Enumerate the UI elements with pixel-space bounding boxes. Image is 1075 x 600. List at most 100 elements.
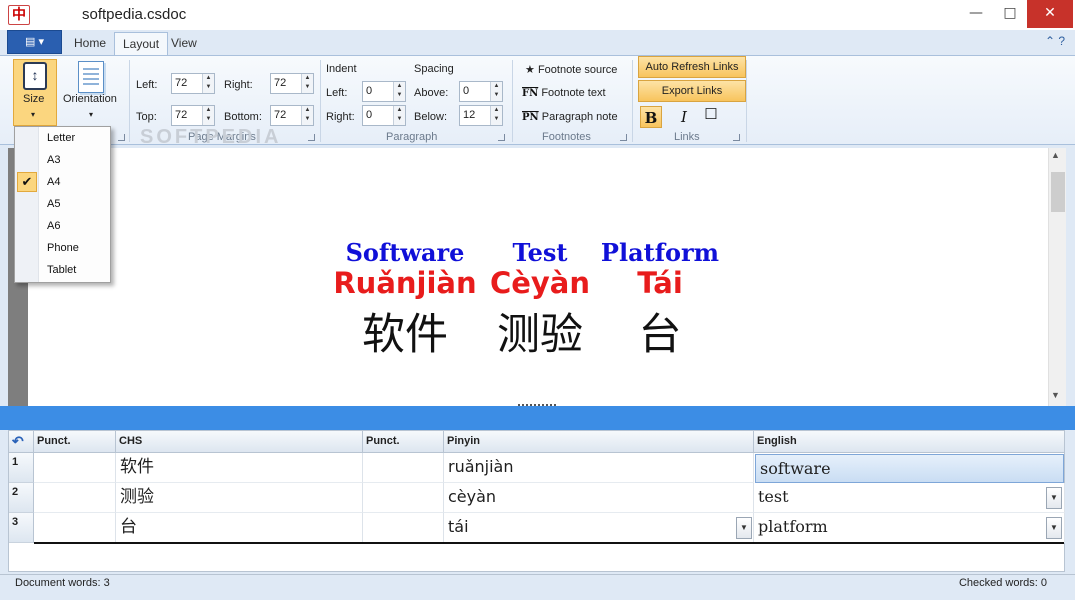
dialog-launcher-icon[interactable] (733, 134, 740, 141)
table-cell-punct[interactable] (34, 453, 116, 483)
indent-left-label: Left: (326, 87, 348, 99)
scrollbar-thumb[interactable] (1051, 172, 1065, 212)
scroll-up-icon[interactable]: ▲ (1051, 150, 1060, 160)
pn-icon: PN (522, 112, 539, 123)
menu-item-phone[interactable]: Phone (47, 242, 79, 254)
menu-item-a3[interactable]: A3 (47, 154, 60, 166)
table-cell-punct[interactable] (363, 453, 444, 483)
page-size-icon: ↕ (23, 62, 47, 90)
row-number[interactable]: 3 (9, 513, 34, 543)
size-label: Size (23, 93, 45, 105)
menu-item-tablet[interactable]: Tablet (47, 264, 76, 276)
footnote-source-button[interactable]: ★ Footnote source (525, 63, 617, 76)
column-header-punct[interactable]: Punct. (34, 431, 116, 453)
margin-right-label: Right: (224, 79, 253, 91)
table-cell-english[interactable]: platform (754, 513, 1065, 543)
export-links-button[interactable]: Export Links (638, 80, 746, 102)
file-menu-button[interactable]: ▤ ▾ (7, 30, 62, 54)
close-button[interactable]: ✕ (1027, 0, 1073, 28)
indent-label: Indent (326, 63, 357, 75)
menu-item-a5[interactable]: A5 (47, 198, 60, 210)
table-cell-punct[interactable] (363, 513, 444, 543)
word-chinese[interactable]: 台 (610, 300, 710, 362)
minimize-button[interactable]: — (959, 0, 993, 28)
help-icon[interactable]: ⌃ ? (1045, 34, 1065, 48)
border-box-button[interactable]: ☐ (700, 104, 722, 126)
fn-icon: FN (522, 88, 539, 99)
column-header-pinyin[interactable]: Pinyin (444, 431, 754, 453)
margin-right-input[interactable]: 72 ▲ ▼ (270, 73, 314, 94)
menu-item-letter[interactable]: Letter (47, 132, 75, 144)
spacing-below-input[interactable]: 12 ▲ ▼ (459, 105, 503, 126)
word-english[interactable]: Test (480, 238, 600, 267)
orientation-icon[interactable] (78, 61, 104, 93)
table-cell-punct[interactable] (34, 513, 116, 543)
group-separator (320, 60, 321, 142)
word-pinyin[interactable]: Cèyàn (470, 266, 610, 300)
table-cell-punct[interactable] (34, 483, 116, 513)
orientation-label[interactable]: Orientation (63, 93, 117, 105)
paragraph-note-button[interactable]: PN Paragraph note (522, 111, 618, 123)
bold-button[interactable]: B (640, 106, 662, 128)
table-cell-chs[interactable]: 软件 (116, 453, 363, 483)
splitter-grip-icon[interactable] (518, 404, 556, 410)
indent-right-input[interactable]: 0 ▲ ▼ (362, 105, 406, 126)
margin-top-input[interactable]: 72 ▲ ▼ (171, 105, 215, 126)
margin-left-input[interactable]: 72 ▲ ▼ (171, 73, 215, 94)
word-pinyin[interactable]: Tái (610, 266, 710, 300)
status-bar (0, 574, 1075, 600)
table-cell-pinyin[interactable]: tái (444, 513, 754, 543)
footnote-text-button[interactable]: FN Footnote text (522, 87, 606, 99)
row-number[interactable]: 1 (9, 453, 34, 483)
word-english[interactable]: Platform (595, 238, 725, 267)
watermark: SOFTPEDIA (140, 126, 282, 148)
dialog-launcher-icon[interactable] (620, 134, 627, 141)
table-cell-pinyin[interactable]: ruǎnjiàn (444, 453, 754, 483)
word-english[interactable]: Software (335, 238, 475, 267)
dialog-launcher-icon[interactable] (498, 134, 505, 141)
chevron-down-icon: ▾ (31, 110, 36, 119)
document-word-count: Document words: 3 (15, 577, 110, 589)
auto-refresh-links-button[interactable]: Auto Refresh Links (638, 56, 746, 78)
menu-item-a4[interactable]: A4 (47, 176, 60, 188)
margin-left-label: Left: (136, 79, 158, 91)
word-pinyin[interactable]: Ruǎnjiàn (320, 266, 490, 300)
tab-layout[interactable]: Layout (114, 32, 169, 56)
column-header-english[interactable]: English (754, 431, 1065, 453)
table-cell-chs[interactable]: 台 (116, 513, 363, 543)
chevron-down-icon: ▾ (89, 110, 94, 119)
table-cell-punct[interactable] (363, 483, 444, 513)
dropdown-arrow-icon[interactable]: ▼ (1046, 487, 1062, 509)
checkmark-icon: ✔ (17, 172, 37, 192)
margin-bottom-input[interactable]: 72 ▲ ▼ (270, 105, 314, 126)
tab-view[interactable]: View (163, 32, 205, 56)
column-header-punct[interactable]: Punct. (363, 431, 444, 453)
spacing-below-label: Below: (414, 111, 448, 123)
dialog-launcher-icon[interactable] (308, 134, 315, 141)
table-cell-english[interactable]: software (755, 454, 1064, 483)
scroll-down-icon[interactable]: ▼ (1051, 390, 1060, 400)
table-cell-chs[interactable]: 测验 (116, 483, 363, 513)
spacing-label: Spacing (414, 63, 454, 75)
paragraph-group-label: Paragraph (386, 131, 438, 143)
tab-home[interactable]: Home (66, 32, 114, 56)
word-chinese[interactable]: 测验 (470, 300, 610, 362)
undo-icon[interactable]: ↶ (9, 431, 34, 453)
maximize-button[interactable]: □ (993, 0, 1027, 28)
dropdown-arrow-icon[interactable]: ▼ (1046, 517, 1062, 539)
spacing-above-label: Above: (414, 87, 449, 99)
dropdown-arrow-icon[interactable]: ▼ (736, 517, 752, 539)
row-number[interactable]: 2 (9, 483, 34, 513)
dialog-launcher-icon[interactable] (118, 134, 125, 141)
word-chinese[interactable]: 软件 (330, 300, 480, 362)
spacing-above-input[interactable]: 0 ▲ ▼ (459, 81, 503, 102)
italic-button[interactable]: I (673, 106, 695, 128)
table-cell-pinyin[interactable]: cèyàn (444, 483, 754, 513)
app-icon[interactable]: 中 (8, 5, 30, 25)
group-separator (129, 60, 130, 142)
indent-left-input[interactable]: 0 ▲ ▼ (362, 81, 406, 102)
table-cell-english[interactable]: test (754, 483, 1065, 513)
column-header-chs[interactable]: CHS (116, 431, 363, 453)
group-separator (512, 60, 513, 142)
menu-item-a6[interactable]: A6 (47, 220, 60, 232)
